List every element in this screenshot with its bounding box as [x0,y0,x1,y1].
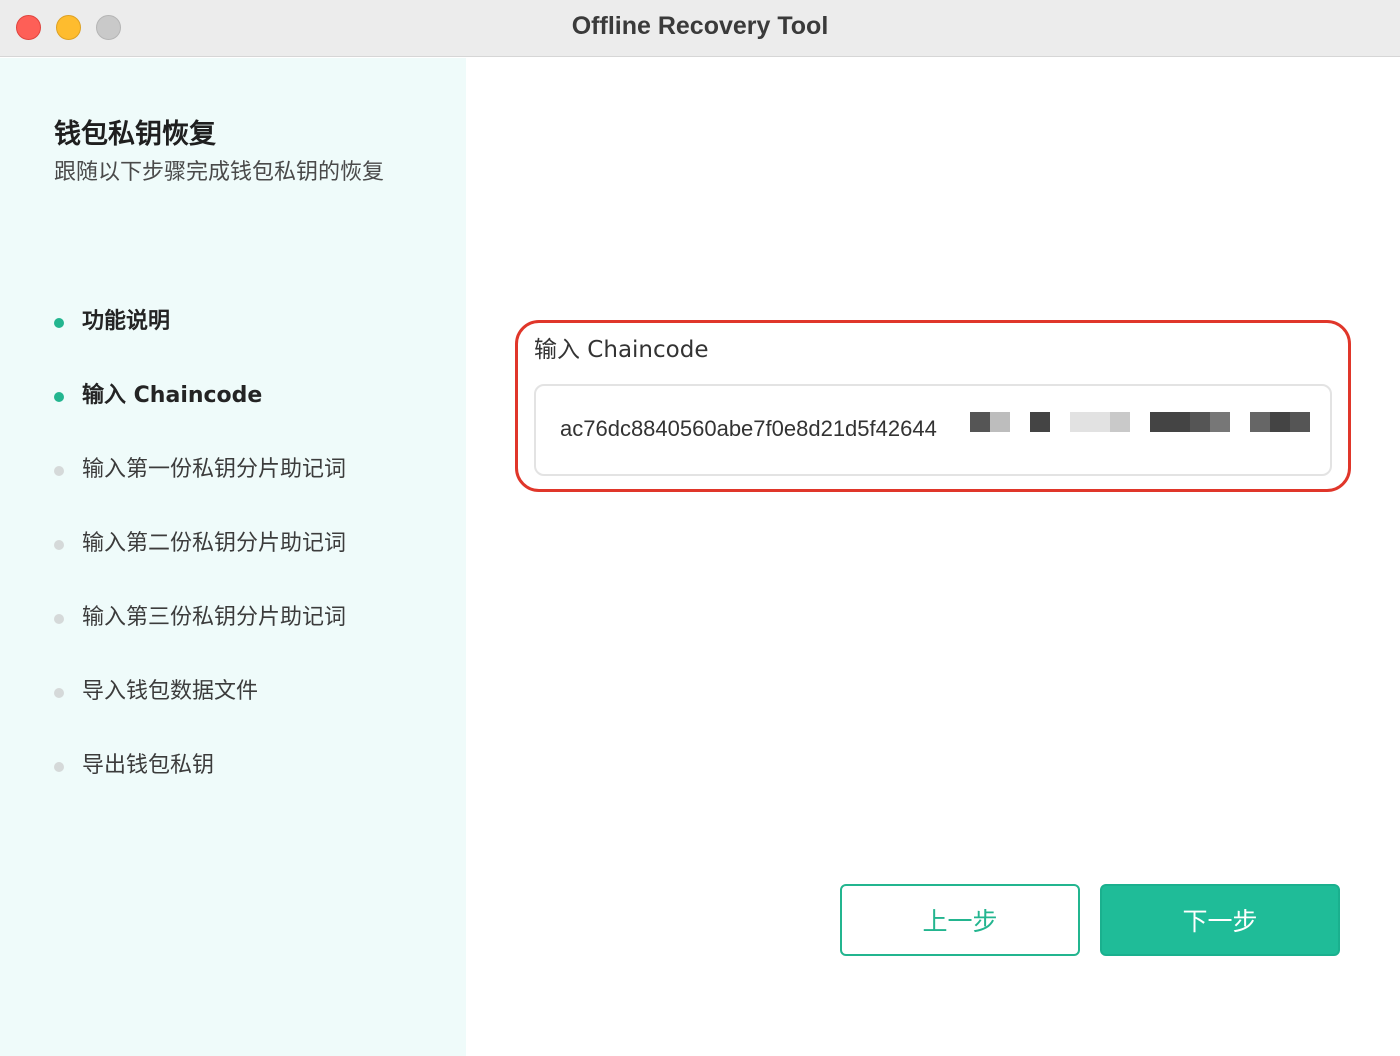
chaincode-value: ac76dc8840560abe7f0e8d21d5f42644 [560,416,937,441]
redaction-block [1250,412,1270,432]
redaction-block [970,412,990,432]
step-item: 输入第三份私钥分片助记词 [54,598,346,672]
main-content: 输入 Chaincode ac76dc8840560abe7f0e8d21d5f… [466,58,1400,1056]
sidebar-title: 钱包私钥恢复 [54,119,216,150]
app-window: Offline Recovery Tool 钱包私钥恢复 跟随以下步骤完成钱包私… [0,0,1400,1056]
next-step-button[interactable]: 下一步 [1100,884,1340,956]
redaction-block [1210,412,1230,432]
redaction-block [1070,412,1110,432]
step-status-dot-icon [54,614,64,624]
chaincode-field-label: 输入 Chaincode [534,337,709,363]
step-status-dot-icon [54,466,64,476]
step-label: 输入第三份私钥分片助记词 [82,605,347,630]
redaction-block [1110,412,1130,432]
sidebar-subtitle: 跟随以下步骤完成钱包私钥的恢复 [54,160,385,185]
step-label: 功能说明 [82,309,171,334]
step-item: 输入 Chaincode [54,376,346,450]
step-label: 导出钱包私钥 [82,753,215,778]
previous-step-button[interactable]: 上一步 [840,884,1080,956]
sidebar: 钱包私钥恢复 跟随以下步骤完成钱包私钥的恢复 功能说明 输入 Chaincode… [0,58,466,1056]
step-label: 导入钱包数据文件 [82,679,259,704]
step-item: 导入钱包数据文件 [54,672,346,746]
step-status-dot-icon [54,392,64,402]
window-title: Offline Recovery Tool [571,12,829,40]
step-status-dot-icon [54,688,64,698]
redaction-block [1290,412,1310,432]
redaction-block [1030,412,1050,432]
chaincode-input[interactable]: ac76dc8840560abe7f0e8d21d5f42644 [534,384,1332,476]
step-item: 输入第一份私钥分片助记词 [54,450,346,524]
step-list: 功能说明 输入 Chaincode 输入第一份私钥分片助记词 输入第二份私钥分片… [54,302,346,820]
step-status-dot-icon [54,318,64,328]
step-label: 输入第一份私钥分片助记词 [82,457,347,482]
step-item: 导出钱包私钥 [54,746,346,820]
step-label: 输入第二份私钥分片助记词 [82,531,347,556]
redaction-block [1270,412,1290,432]
step-item: 功能说明 [54,302,346,376]
step-item: 输入第二份私钥分片助记词 [54,524,346,598]
step-status-dot-icon [54,762,64,772]
redaction-block [1190,412,1210,432]
title-bar: Offline Recovery Tool [0,0,1400,57]
redaction-block [1150,412,1190,432]
redaction-block [990,412,1010,432]
step-status-dot-icon [54,540,64,550]
step-label: 输入 Chaincode [82,383,263,408]
